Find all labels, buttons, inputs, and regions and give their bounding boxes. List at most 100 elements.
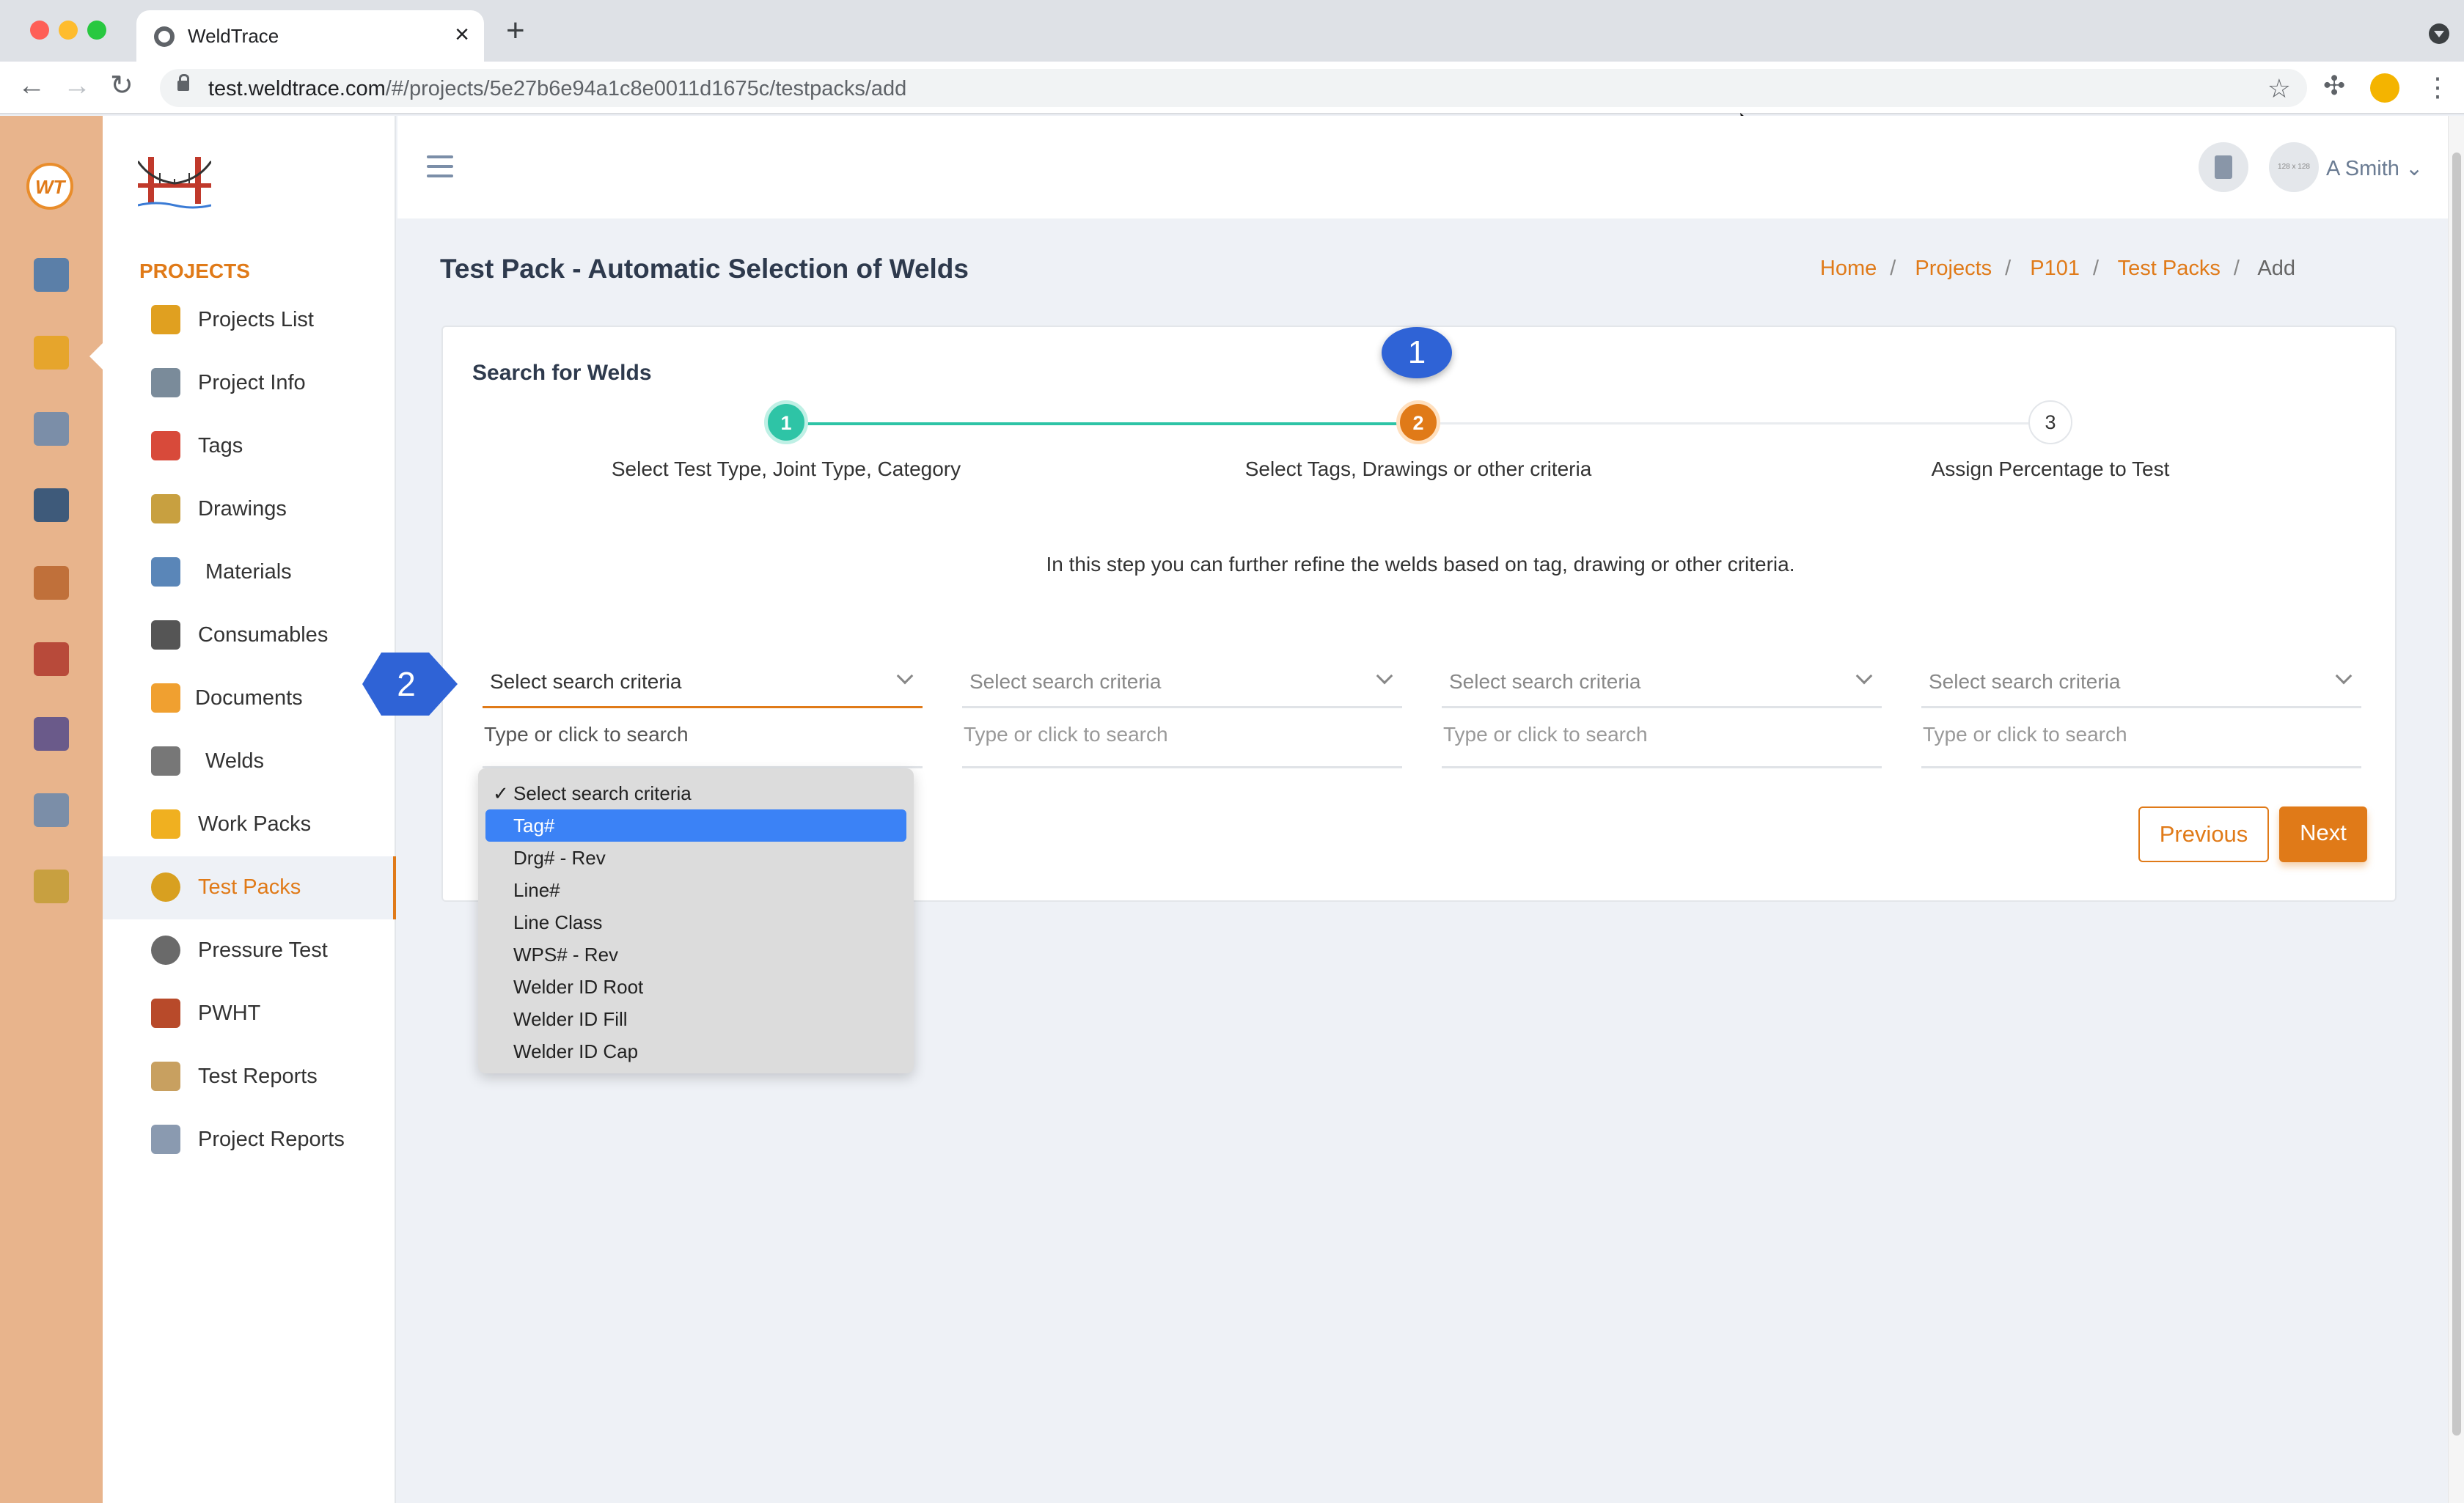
report-icon[interactable]: [34, 642, 69, 676]
breadcrumb-home[interactable]: Home: [1820, 257, 1877, 280]
sidebar-item-tags[interactable]: Tags: [103, 415, 396, 478]
window-close-button[interactable]: [30, 21, 49, 40]
back-arrow-icon[interactable]: ←: [18, 72, 45, 100]
sidebar-item-label: Welds: [205, 749, 265, 773]
criteria-select-value: Select search criteria: [1929, 670, 2121, 693]
browser-menu-icon[interactable]: ⋮: [2424, 72, 2451, 103]
browser-tab[interactable]: WeldTrace ×: [136, 10, 484, 62]
sidebar-item-pressure-test[interactable]: Pressure Test: [103, 919, 396, 982]
page-scrollbar[interactable]: [2448, 116, 2464, 1503]
card-title: Search for Welds: [472, 361, 652, 385]
sidebar-item-project-info[interactable]: Project Info: [103, 352, 396, 415]
breadcrumb-project[interactable]: P101: [2030, 257, 2080, 280]
sidebar-item-materials[interactable]: Materials: [103, 541, 396, 604]
criteria-select-3[interactable]: Select search criteria: [1442, 655, 1882, 708]
breadcrumb-test-packs[interactable]: Test Packs: [2118, 257, 2221, 280]
sidebar-item-label: Work Packs: [198, 812, 312, 836]
sidebar-item-work-packs[interactable]: Work Packs: [103, 793, 396, 856]
sidebar-item-consumables[interactable]: Consumables: [103, 604, 396, 667]
team-icon[interactable]: [34, 717, 69, 751]
inspection-icon[interactable]: [34, 793, 69, 827]
sidebar-item-drawings[interactable]: Drawings: [103, 478, 396, 541]
bookmark-star-icon[interactable]: ☆: [2267, 73, 2291, 104]
criteria-select-1[interactable]: Select search criteria: [483, 655, 923, 708]
criteria-select-value: Select search criteria: [969, 670, 1162, 693]
org-chart-icon[interactable]: [34, 566, 69, 600]
scrollbar-thumb[interactable]: [2452, 152, 2461, 1436]
sidebar-item-label: Consumables: [198, 623, 329, 647]
stepper-progress-line: [789, 422, 1420, 425]
welder-mask-icon[interactable]: [34, 488, 69, 522]
notes-icon[interactable]: [2199, 142, 2248, 192]
criteria-search-placeholder: Type or click to search: [1443, 723, 1648, 746]
dropdown-option[interactable]: Drg# - Rev: [485, 842, 906, 874]
criteria-search-1[interactable]: Type or click to search: [483, 708, 923, 768]
chevron-down-icon: [1376, 667, 1393, 685]
criteria-column-3: Select search criteria Type or click to …: [1442, 655, 1882, 768]
monitor-icon[interactable]: [34, 258, 69, 292]
address-bar[interactable]: test.weldtrace.com/#/projects/5e27b6e94a…: [160, 69, 2307, 107]
sidebar-item-label: Test Reports: [198, 1065, 318, 1088]
sidebar-item-documents[interactable]: Documents: [103, 667, 396, 730]
criteria-search-2[interactable]: Type or click to search: [962, 708, 1402, 768]
sidebar-item-label: Materials: [205, 560, 292, 584]
window-zoom-button[interactable]: [87, 21, 106, 40]
criteria-search-3[interactable]: Type or click to search: [1442, 708, 1882, 768]
step-description: In this step you can further refine the …: [1046, 553, 1795, 576]
dropdown-option[interactable]: Welder ID Fill: [485, 1003, 906, 1035]
test-reports-icon: [151, 1062, 180, 1091]
sidebar-item-label: Tags: [198, 434, 243, 457]
previous-button[interactable]: Previous: [2138, 806, 2269, 862]
app-header: 128 x 128 A Smith ⌄: [397, 116, 2449, 218]
dropdown-option[interactable]: WPS# - Rev: [485, 938, 906, 971]
criteria-search-placeholder: Type or click to search: [484, 723, 689, 746]
dropdown-option[interactable]: Welder ID Root: [485, 971, 906, 1003]
step-1-circle[interactable]: 1: [764, 400, 808, 444]
sidebar-item-label: Test Packs: [198, 875, 301, 899]
dropdown-option[interactable]: ✓ Select search criteria: [485, 777, 906, 809]
criteria-select-4[interactable]: Select search criteria: [1921, 655, 2361, 708]
breadcrumb-projects[interactable]: Projects: [1915, 257, 1992, 280]
pwht-icon: [151, 999, 180, 1028]
sidebar-item-pwht[interactable]: PWHT: [103, 982, 396, 1046]
sidebar-item-welds[interactable]: Welds: [103, 730, 396, 793]
dropdown-option[interactable]: Welder ID Cap: [485, 1035, 906, 1067]
sidebar-item-label: Drawings: [198, 497, 287, 521]
chevron-down-icon: [896, 667, 914, 685]
avatar[interactable]: 128 x 128: [2269, 142, 2319, 192]
step-2-circle[interactable]: 2: [1396, 400, 1440, 444]
dropdown-option[interactable]: Line Class: [485, 906, 906, 938]
dropdown-option[interactable]: Tag#: [485, 809, 906, 842]
criteria-column-1: Select search criteria Type or click to …: [483, 655, 923, 768]
criteria-search-placeholder: Type or click to search: [964, 723, 1168, 746]
forward-arrow-icon[interactable]: →: [63, 72, 91, 100]
weldtrace-logo[interactable]: WT: [26, 163, 73, 210]
browser-tab-bar: WeldTrace × +: [0, 0, 2464, 62]
next-button[interactable]: Next: [2279, 806, 2367, 862]
criteria-search-4[interactable]: Type or click to search: [1921, 708, 2361, 768]
reload-icon[interactable]: ↻: [110, 72, 133, 100]
sidebar-item-projects-list[interactable]: Projects List: [103, 289, 396, 352]
clipboard-icon[interactable]: [34, 412, 69, 446]
step-3-circle[interactable]: 3: [2028, 400, 2072, 444]
user-menu[interactable]: A Smith ⌄: [2326, 155, 2423, 181]
documents-icon: [151, 683, 180, 713]
browser-profile-icon[interactable]: [2370, 73, 2399, 103]
materials-icon: [151, 557, 180, 587]
certificate-icon[interactable]: [34, 870, 69, 903]
sidebar-item-test-reports[interactable]: Test Reports: [103, 1046, 396, 1109]
active-rail-indicator: [89, 343, 103, 370]
project-folder-icon[interactable]: [34, 336, 69, 370]
dropdown-option[interactable]: Line#: [485, 874, 906, 906]
extensions-puzzle-icon[interactable]: ✣: [2323, 70, 2345, 101]
criteria-select-2[interactable]: Select search criteria: [962, 655, 1402, 708]
app-rail: WT: [0, 116, 103, 1503]
test-packs-icon: [151, 872, 180, 902]
sidebar-item-test-packs[interactable]: Test Packs: [103, 856, 396, 919]
hamburger-menu-icon[interactable]: [427, 155, 453, 179]
window-minimize-button[interactable]: [59, 21, 78, 40]
tab-search-icon[interactable]: [2429, 23, 2449, 44]
tab-close-icon[interactable]: ×: [455, 21, 469, 49]
new-tab-icon[interactable]: +: [506, 15, 525, 47]
sidebar-item-project-reports[interactable]: Project Reports: [103, 1109, 396, 1172]
